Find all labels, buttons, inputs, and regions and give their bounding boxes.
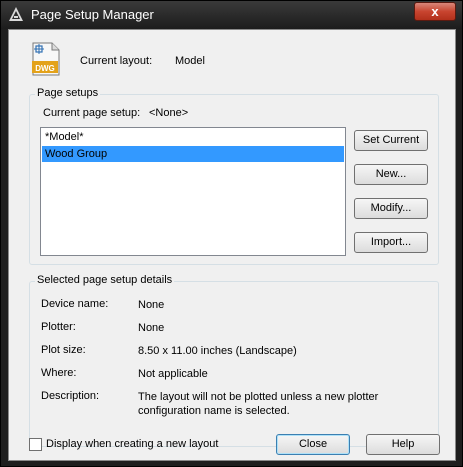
plot-size-label: Plot size: xyxy=(41,344,86,356)
list-item-wood-group[interactable]: Wood Group xyxy=(42,146,344,162)
page-setups-list[interactable]: *Model* Wood Group xyxy=(40,127,346,256)
modify-button[interactable]: Modify... xyxy=(354,198,428,219)
page-setup-manager-window: Page Setup Manager x DWG Current layout:… xyxy=(0,0,463,467)
description-label: Description: xyxy=(41,390,100,402)
dialog-body: DWG Current layout: Model Page setups Cu… xyxy=(8,29,456,461)
page-setups-group: Page setups Current page setup: <None> *… xyxy=(29,87,439,265)
device-name-value: None xyxy=(138,299,165,311)
list-item-model[interactable]: *Model* xyxy=(42,129,344,145)
plot-size-value: 8.50 x 11.00 inches (Landscape) xyxy=(138,345,297,357)
dwg-file-icon: DWG xyxy=(32,42,60,76)
dwg-icon-label: DWG xyxy=(35,64,55,73)
import-button[interactable]: Import... xyxy=(354,232,428,253)
page-setups-group-title: Page setups xyxy=(35,87,101,99)
plotter-label: Plotter: xyxy=(41,321,76,333)
details-group-title: Selected page setup details xyxy=(35,274,175,286)
display-when-creating-checkbox[interactable] xyxy=(29,438,42,451)
help-button[interactable]: Help xyxy=(366,434,440,455)
selected-details-group: Selected page setup details Device name:… xyxy=(29,274,439,447)
close-button[interactable]: Close xyxy=(276,434,350,455)
where-value: Not applicable xyxy=(138,368,208,380)
current-page-setup-label: Current page setup: xyxy=(43,107,141,119)
current-page-setup-value: <None> xyxy=(149,107,189,119)
description-value: The layout will not be plotted unless a … xyxy=(138,391,379,417)
window-title: Page Setup Manager xyxy=(31,7,154,22)
set-current-button[interactable]: Set Current xyxy=(354,130,428,151)
new-button[interactable]: New... xyxy=(354,164,428,185)
plotter-value: None xyxy=(138,322,165,334)
window-close-button[interactable]: x xyxy=(414,2,456,21)
display-when-creating-label[interactable]: Display when creating a new layout xyxy=(46,438,218,450)
current-layout-label: Current layout: xyxy=(80,55,153,67)
where-label: Where: xyxy=(41,367,77,379)
title-bar[interactable]: Page Setup Manager x xyxy=(1,1,462,29)
close-icon: x xyxy=(431,4,439,19)
autocad-logo-icon xyxy=(9,7,23,21)
current-layout-value: Model xyxy=(175,55,205,67)
device-name-label: Device name: xyxy=(41,298,109,310)
